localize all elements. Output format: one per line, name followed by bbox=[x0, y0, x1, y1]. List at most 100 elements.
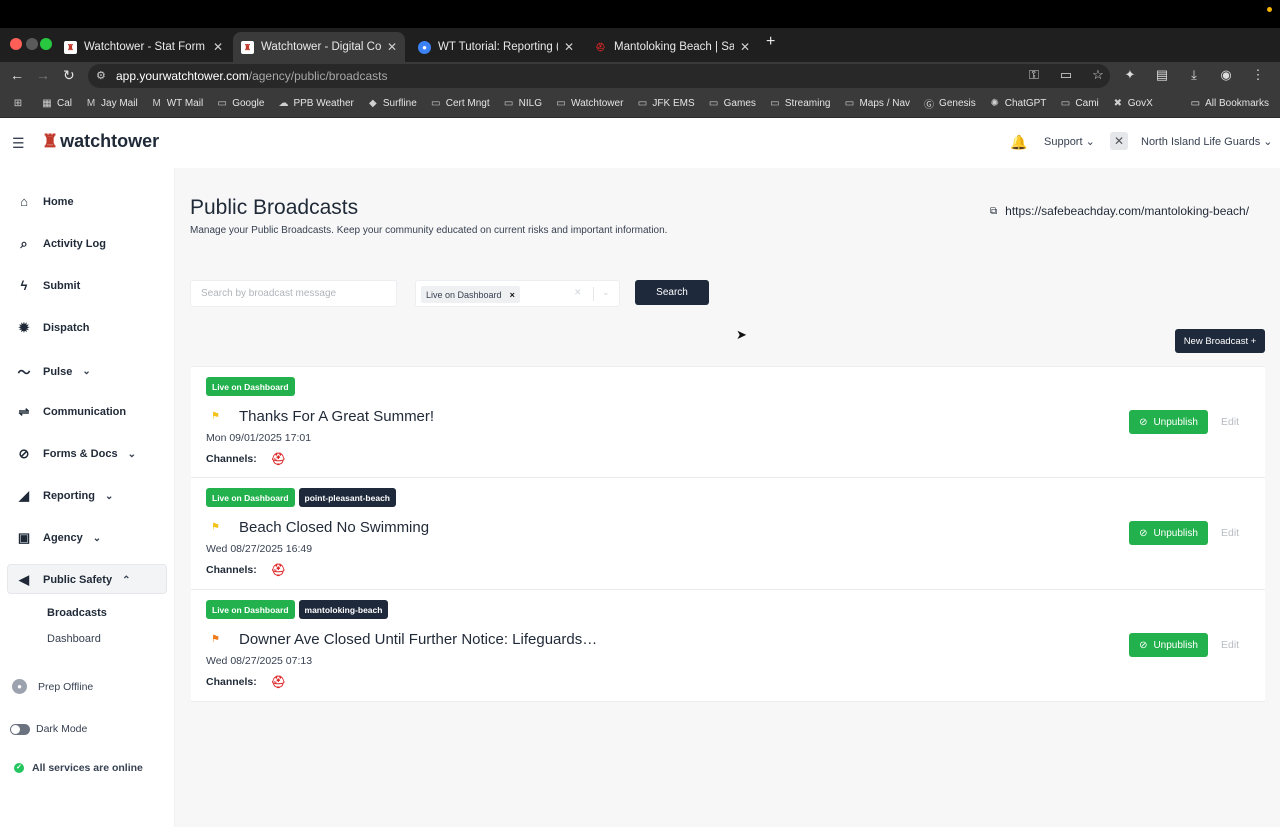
browser-tab[interactable]: ● WT Tutorial: Reporting (raw) ✕ bbox=[410, 32, 582, 62]
new-broadcast-button[interactable]: New Broadcast + bbox=[1175, 329, 1265, 353]
bookmark-item[interactable]: ▭ Watchtower bbox=[555, 96, 623, 111]
logo[interactable]: ♜ watchtower bbox=[42, 131, 159, 152]
bookmark-item[interactable]: Ⓖ Genesis bbox=[923, 96, 976, 111]
browser-menu-icon[interactable]: ⋮ bbox=[1250, 67, 1266, 83]
check-circle-icon: ✓ bbox=[14, 763, 24, 773]
cast-icon[interactable]: ▭ bbox=[1058, 67, 1074, 83]
bookmark-label: Games bbox=[723, 98, 756, 109]
edit-link[interactable]: Edit bbox=[1221, 639, 1239, 651]
channels-label: Channels: bbox=[206, 453, 257, 465]
browser-tab[interactable]: ⛑ Mantoloking Beach | Safe Bea ✕ bbox=[586, 32, 758, 62]
sidebar-item-label: Pulse bbox=[43, 365, 73, 378]
unpublish-button[interactable]: ⊘ Unpublish bbox=[1129, 633, 1208, 657]
public-page-link[interactable]: ⧉ https://safebeachday.com/mantoloking-b… bbox=[990, 204, 1249, 218]
all-bookmarks[interactable]: ▭ All Bookmarks bbox=[1191, 98, 1269, 109]
close-window-button[interactable] bbox=[10, 38, 22, 50]
toggle-switch[interactable] bbox=[10, 723, 30, 735]
edit-link[interactable]: Edit bbox=[1221, 416, 1239, 428]
bookmark-star-icon[interactable]: ☆ bbox=[1090, 67, 1106, 83]
bookmark-label: Surfline bbox=[382, 98, 417, 109]
browser-tab[interactable]: ♜ Watchtower - Stat Form ✕ bbox=[56, 32, 231, 62]
close-tab-icon[interactable]: ✕ bbox=[213, 40, 223, 54]
browser-tab-active[interactable]: ♜ Watchtower - Digital Comma ✕ bbox=[233, 32, 405, 62]
bookmark-item[interactable]: ✺ ChatGPT bbox=[989, 96, 1047, 111]
broadcast-search-input[interactable] bbox=[190, 280, 397, 307]
bookmark-label: Cert Mngt bbox=[445, 98, 490, 109]
bookmark-item[interactable]: ▭ NILG bbox=[503, 96, 542, 111]
close-tab-icon[interactable]: ✕ bbox=[387, 40, 397, 54]
dark-mode-toggle[interactable]: Dark Mode bbox=[10, 723, 87, 735]
sidebar-item-communication[interactable]: ⇌ Communication bbox=[16, 404, 127, 420]
edit-link[interactable]: Edit bbox=[1221, 527, 1239, 539]
notification-bell-icon[interactable]: 🔔 bbox=[1010, 134, 1027, 151]
offline-icon: ● bbox=[12, 679, 27, 694]
sidebar-item-pulse[interactable]: 〜 Pulse ⌄ bbox=[16, 362, 90, 381]
support-menu[interactable]: Support ⌄ bbox=[1044, 135, 1095, 148]
bookmark-label: ChatGPT bbox=[1004, 98, 1047, 109]
address-bar[interactable]: ⚙ app.yourwatchtower.com/agency/public/b… bbox=[88, 64, 1110, 88]
sidebar-item-home[interactable]: ⌂ Home bbox=[16, 194, 74, 209]
remove-chip-icon[interactable]: × bbox=[510, 290, 515, 300]
side-panel-icon[interactable]: ▤ bbox=[1154, 67, 1170, 83]
watchtower-tab-icon: ♜ bbox=[241, 40, 254, 54]
new-tab-button[interactable]: + bbox=[766, 33, 775, 51]
browser-toolbar: ← → ↻ ⚙ app.yourwatchtower.com/agency/pu… bbox=[0, 62, 1280, 90]
back-icon[interactable]: ← bbox=[10, 67, 24, 83]
bookmark-item[interactable]: M WT Mail bbox=[151, 96, 204, 111]
sidebar-item-activity-log[interactable]: ⌕ Activity Log bbox=[16, 236, 106, 252]
extensions-icon[interactable]: ✦ bbox=[1122, 67, 1138, 83]
clear-filter-icon[interactable]: ✕ bbox=[574, 287, 582, 298]
app-header: ☰ ♜ watchtower 🔔 Support ⌄ ✕ North Islan… bbox=[0, 118, 1280, 168]
orange-flag-icon: ⚑ bbox=[211, 634, 220, 645]
bookmark-item[interactable]: ▭ Games bbox=[708, 96, 756, 111]
minimize-window-button[interactable] bbox=[26, 38, 38, 50]
agency-menu[interactable]: North Island Life Guards ⌄ bbox=[1141, 135, 1273, 148]
bookmark-item[interactable]: ▭ Cami bbox=[1059, 96, 1099, 111]
reload-icon[interactable]: ↻ bbox=[63, 67, 75, 84]
status-filter-select[interactable]: Live on Dashboard × ✕ ⌄ bbox=[415, 280, 620, 307]
sidebar-subitem-broadcasts[interactable]: Broadcasts bbox=[47, 607, 107, 619]
bookmark-item[interactable]: ▭ Google bbox=[216, 96, 264, 111]
close-tab-icon[interactable]: ✕ bbox=[564, 40, 574, 54]
forward-icon[interactable]: → bbox=[36, 67, 50, 83]
communication-icon: ⇌ bbox=[18, 404, 30, 419]
bookmark-item[interactable]: ✖ GovX bbox=[1112, 96, 1153, 111]
site-settings-icon[interactable]: ⚙ bbox=[96, 69, 106, 82]
sidebar-subitem-dashboard[interactable]: Dashboard bbox=[47, 633, 101, 645]
unpublish-icon: ⊘ bbox=[1139, 416, 1148, 428]
megaphone-icon: ◀ bbox=[19, 572, 29, 587]
collapse-menu-icon[interactable]: ☰ bbox=[12, 135, 25, 152]
broadcast-title: Downer Ave Closed Until Further Notice: … bbox=[239, 631, 598, 648]
bookmark-item[interactable]: ▦ Cal bbox=[41, 96, 72, 111]
profile-avatar-icon[interactable]: ◉ bbox=[1218, 67, 1234, 83]
bookmark-item[interactable]: ▭ Cert Mngt bbox=[430, 96, 490, 111]
maximize-window-button[interactable] bbox=[40, 38, 52, 50]
bookmark-item[interactable]: ▭ JFK EMS bbox=[636, 96, 695, 111]
chevron-down-icon[interactable]: ⌄ bbox=[602, 287, 610, 298]
unpublish-button[interactable]: ⊘ Unpublish bbox=[1129, 410, 1208, 434]
bookmark-item[interactable]: ▭ Maps / Nav bbox=[843, 96, 910, 111]
unpublish-button[interactable]: ⊘ Unpublish bbox=[1129, 521, 1208, 545]
sidebar-item-agency[interactable]: ▣ Agency ⌄ bbox=[16, 530, 101, 546]
bookmark-item[interactable]: ☁ PPB Weather bbox=[277, 96, 353, 111]
prep-offline-button[interactable]: ● Prep Offline bbox=[12, 679, 93, 694]
sidebar-item-reporting[interactable]: ◢ Reporting ⌄ bbox=[16, 488, 113, 504]
folder-icon: ▭ bbox=[556, 98, 566, 109]
sidebar-item-submit[interactable]: ϟ Submit bbox=[16, 278, 81, 293]
close-tab-icon[interactable]: ✕ bbox=[740, 40, 750, 54]
sidebar-item-forms-docs[interactable]: ⊘ Forms & Docs ⌄ bbox=[16, 446, 136, 462]
sidebar-item-dispatch[interactable]: ✹ Dispatch bbox=[16, 320, 90, 336]
apps-grid-icon[interactable]: ⊞ bbox=[12, 98, 28, 109]
toolbar-icons: ⚿ ▭ ☆ ✦ ▤ ⤓ ◉ ⋮ bbox=[1026, 67, 1266, 83]
bookmark-item[interactable]: ▭ Streaming bbox=[769, 96, 830, 111]
bookmark-item[interactable]: M Jay Mail bbox=[85, 96, 138, 111]
search-button[interactable]: Search bbox=[635, 280, 709, 305]
password-key-icon[interactable]: ⚿ bbox=[1026, 67, 1042, 83]
download-icon[interactable]: ⤓ bbox=[1186, 67, 1202, 83]
sidebar-item-public-safety[interactable]: ◀ Public Safety ⌃ bbox=[16, 572, 130, 588]
unpublish-icon: ⊘ bbox=[1139, 639, 1148, 651]
bookmark-label: Genesis bbox=[939, 98, 976, 109]
bookmark-label: GovX bbox=[1127, 98, 1153, 109]
bookmark-item[interactable]: ◆ Surfline bbox=[367, 96, 417, 111]
broadcast-card: Live on Dashboard mantoloking-beach ⚑ Downe… bbox=[191, 590, 1265, 702]
